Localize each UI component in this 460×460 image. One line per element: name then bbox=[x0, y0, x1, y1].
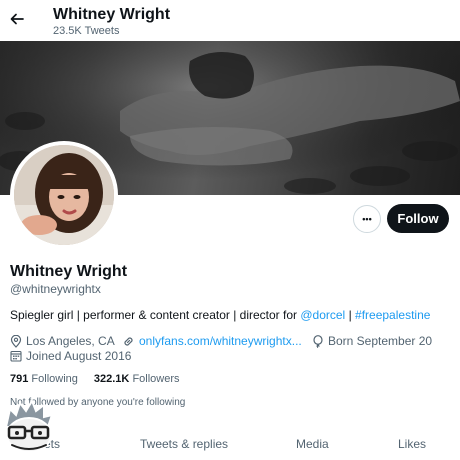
tab-likes[interactable]: Likes bbox=[398, 437, 426, 451]
more-options-button[interactable]: ••• bbox=[353, 205, 381, 233]
birthday-item: Born September 20 bbox=[312, 334, 432, 348]
balloon-icon bbox=[313, 334, 323, 348]
profile-bio: Spiegler girl | performer & content crea… bbox=[10, 308, 430, 323]
cartoon-glasses-face-icon bbox=[4, 398, 54, 453]
followers-label: Followers bbox=[132, 373, 180, 385]
profile-avatar[interactable] bbox=[10, 141, 118, 249]
location-pin-icon bbox=[10, 334, 22, 348]
followers-stat[interactable]: 322.1K Followers bbox=[94, 373, 180, 386]
link-icon bbox=[124, 336, 133, 346]
bio-hashtag-link[interactable]: #freepalestine bbox=[355, 308, 430, 322]
profile-display-name: Whitney Wright bbox=[10, 263, 128, 280]
tweet-count: 23.5K Tweets bbox=[53, 25, 120, 37]
profile-header-bar: Whitney Wright 23.5K Tweets bbox=[0, 0, 460, 41]
bio-separator: | bbox=[345, 308, 356, 322]
header-display-name: Whitney Wright bbox=[53, 6, 171, 23]
avatar-photo-illustration bbox=[14, 145, 114, 245]
calendar-icon bbox=[10, 350, 22, 362]
tab-media[interactable]: Media bbox=[296, 437, 329, 451]
watermark-sticker bbox=[0, 397, 58, 455]
followers-count: 322.1K bbox=[93, 373, 130, 385]
bio-text: Spiegler girl | performer & content crea… bbox=[10, 308, 301, 322]
joined-item: Joined August 2016 bbox=[10, 349, 131, 363]
bio-mention-link[interactable]: @dorcel bbox=[300, 308, 345, 322]
website-link[interactable]: onlyfans.com/whitneywrightx... bbox=[139, 334, 302, 348]
following-count: 791 bbox=[10, 373, 29, 385]
following-stat[interactable]: 791 Following bbox=[10, 373, 78, 386]
tab-tweets-replies[interactable]: Tweets & replies bbox=[140, 437, 228, 451]
profile-handle: @whitneywrightx bbox=[10, 282, 101, 296]
follow-stats: 791 Following 322.1K Followers bbox=[10, 373, 196, 386]
location-item: Los Angeles, CA bbox=[10, 334, 115, 348]
website-item[interactable]: onlyfans.com/whitneywrightx... bbox=[122, 334, 302, 348]
back-button[interactable] bbox=[6, 8, 28, 30]
birthday-text: Born September 20 bbox=[328, 334, 433, 348]
more-icon: ••• bbox=[362, 213, 372, 224]
location-text: Los Angeles, CA bbox=[26, 334, 115, 348]
follow-button[interactable]: Follow bbox=[387, 204, 449, 233]
following-label: Following bbox=[31, 373, 78, 385]
arrow-left-icon bbox=[10, 13, 24, 25]
joined-text: Joined August 2016 bbox=[26, 349, 132, 363]
